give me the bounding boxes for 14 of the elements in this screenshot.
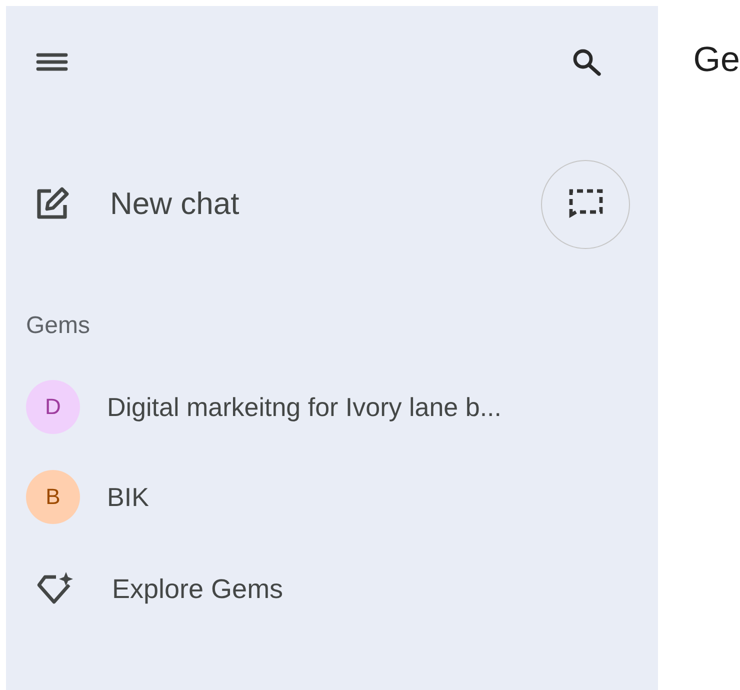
- menu-icon[interactable]: [36, 53, 68, 71]
- gem-item[interactable]: Digital markeitng for Ivory lane b...: [107, 392, 502, 422]
- dashed-chat-icon: [568, 188, 604, 220]
- explore-gems-button[interactable]: Explore Gems: [36, 572, 284, 606]
- search-icon[interactable]: [572, 48, 602, 76]
- temporary-chat-button[interactable]: [541, 160, 630, 248]
- edit-icon: [34, 186, 70, 222]
- page-title: Ge: [692, 39, 740, 81]
- gem-avatar: B: [26, 470, 80, 524]
- gems-heading: Gems: [25, 311, 92, 341]
- diamond-sparkle-icon: [36, 572, 74, 606]
- gem-item[interactable]: BIK: [107, 482, 149, 512]
- gem-avatar: D: [26, 380, 80, 434]
- new-chat-button[interactable]: New chat: [34, 186, 240, 222]
